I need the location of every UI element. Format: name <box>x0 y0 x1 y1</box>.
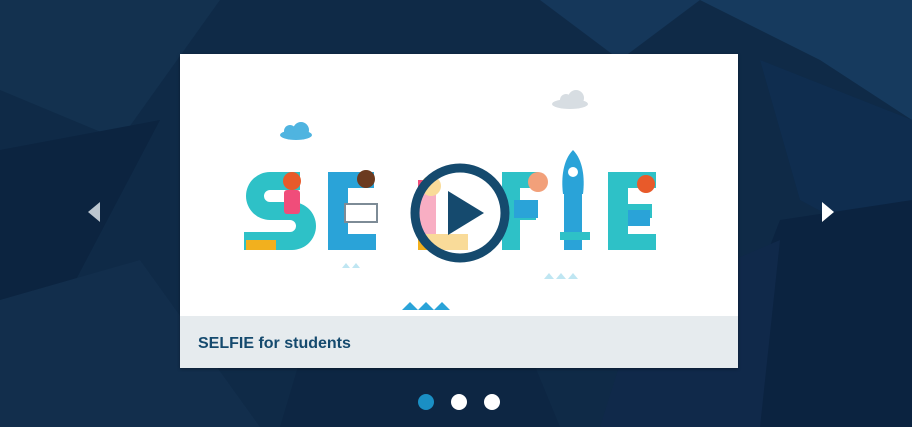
cloud-icon <box>280 122 312 140</box>
slide-title: SELFIE for students <box>198 335 351 352</box>
letter-e2-art <box>608 172 656 250</box>
chevron-left-icon <box>88 202 100 222</box>
slide-caption-bar: SELFIE for students <box>180 316 738 368</box>
cloud-icon <box>552 90 588 109</box>
indicator-dot-3[interactable] <box>484 394 500 410</box>
play-button[interactable] <box>408 161 512 265</box>
carousel-indicators <box>418 394 508 410</box>
next-slide-button[interactable] <box>816 199 840 225</box>
indicator-dot-1[interactable] <box>418 394 434 410</box>
slide-card[interactable]: SELFIE for students <box>180 54 738 368</box>
chevron-right-icon <box>822 202 834 222</box>
triangle-decoration <box>402 302 450 310</box>
prev-slide-button[interactable] <box>82 199 106 225</box>
letter-e-art <box>328 170 378 250</box>
rocket-icon <box>560 150 590 250</box>
indicator-dot-2[interactable] <box>451 394 467 410</box>
letter-s-art <box>244 172 316 250</box>
triangle-decoration <box>342 263 360 268</box>
triangle-decoration <box>544 273 578 279</box>
